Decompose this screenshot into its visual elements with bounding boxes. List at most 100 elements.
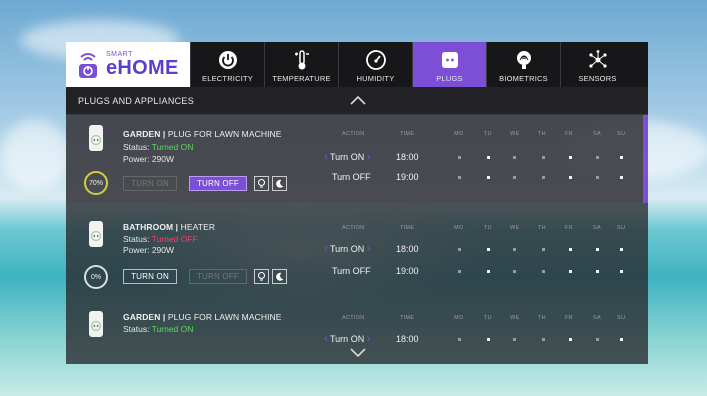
day-toggle-sa[interactable] (596, 156, 599, 159)
day-header-sa: SA (593, 131, 601, 137)
moon-icon[interactable] (272, 176, 287, 191)
chevron-right-icon[interactable]: › (367, 333, 371, 345)
day-toggle-we[interactable] (513, 270, 516, 273)
time-column-header: TIME (400, 225, 415, 231)
thermometer-icon (291, 49, 313, 71)
chevron-right-icon[interactable]: › (367, 151, 371, 163)
schedule-time[interactable]: 18:00 (396, 152, 419, 162)
device-row-garden[interactable]: GARDEN | PLUG FOR LAWN MACHINE Status: T… (66, 115, 648, 203)
day-toggle-fr[interactable] (569, 156, 572, 159)
chevron-up-icon[interactable] (349, 93, 367, 111)
brand-name: eHOME (106, 57, 179, 79)
day-header-tu: TU (484, 131, 492, 137)
day-toggle-su[interactable] (620, 156, 623, 159)
schedule-time[interactable]: 18:00 (396, 244, 419, 254)
tab-temperature[interactable]: TEMPERATURE (264, 42, 338, 87)
schedule-action-selector[interactable]: ‹ Turn ON › (324, 333, 370, 345)
day-toggle-sa[interactable] (596, 176, 599, 179)
day-toggle-th[interactable] (542, 156, 545, 159)
day-toggle-fr[interactable] (569, 338, 572, 341)
day-toggle-su[interactable] (620, 338, 623, 341)
day-toggle-su[interactable] (620, 270, 623, 273)
day-header-we: WE (510, 225, 520, 231)
device-name: PLUG FOR LAWN MACHINE (167, 129, 282, 139)
tab-plugs[interactable]: PLUGS (412, 42, 486, 87)
device-power: Power: 290W (123, 245, 175, 255)
status-label: Status: (123, 324, 152, 334)
tab-label: HUMIDITY (356, 74, 395, 83)
day-toggle-we[interactable] (513, 156, 516, 159)
day-toggle-mo[interactable] (458, 248, 461, 251)
schedule-action-selector[interactable]: ‹ Turn ON › (324, 243, 370, 255)
day-toggle-we[interactable] (513, 338, 516, 341)
day-toggle-sa[interactable] (596, 338, 599, 341)
moon-icon[interactable] (272, 269, 287, 284)
schedule-action-selector[interactable]: Turn OFF (332, 266, 371, 276)
day-toggle-su[interactable] (620, 248, 623, 251)
day-toggle-mo[interactable] (458, 338, 461, 341)
chevron-left-icon[interactable]: ‹ (324, 151, 328, 163)
day-toggle-th[interactable] (542, 270, 545, 273)
day-toggle-tu[interactable] (487, 176, 490, 179)
chevron-left-icon[interactable]: ‹ (324, 243, 328, 255)
schedule-time[interactable]: 18:00 (396, 334, 419, 344)
tab-label: TEMPERATURE (272, 74, 331, 83)
day-toggle-tu[interactable] (487, 248, 490, 251)
device-power: Power: 290W (123, 154, 175, 164)
fingerprint-icon (513, 49, 535, 71)
turn-on-button[interactable]: TURN ON (123, 176, 177, 191)
tab-sensors[interactable]: SENSORS (560, 42, 634, 87)
day-toggle-we[interactable] (513, 248, 516, 251)
day-toggle-sa[interactable] (596, 248, 599, 251)
schedule-action-selector[interactable]: Turn OFF (332, 172, 371, 182)
day-toggle-tu[interactable] (487, 338, 490, 341)
day-toggle-we[interactable] (513, 176, 516, 179)
day-header-fr: FR (565, 315, 573, 321)
tab-humidity[interactable]: HUMIDITY (338, 42, 412, 87)
turn-off-button[interactable]: TURN OFF (189, 176, 247, 191)
device-room: GARDEN (123, 312, 161, 322)
turn-on-button[interactable]: TURN ON (123, 269, 177, 284)
schedule-action: Turn ON (330, 152, 365, 162)
day-toggle-th[interactable] (542, 176, 545, 179)
day-toggle-sa[interactable] (596, 270, 599, 273)
day-toggle-fr[interactable] (569, 176, 572, 179)
day-toggle-mo[interactable] (458, 156, 461, 159)
brand-logo[interactable]: SMART eHOME (66, 42, 190, 87)
day-toggle-fr[interactable] (569, 248, 572, 251)
status-label: Status: (123, 234, 152, 244)
app-panel: SMART eHOME ELECTRICITY TEMPERATURE HUMI… (66, 42, 648, 364)
day-toggle-th[interactable] (542, 248, 545, 251)
tab-label: SENSORS (578, 74, 617, 83)
tab-biometrics[interactable]: BIOMETRICS (486, 42, 560, 87)
day-toggle-tu[interactable] (487, 270, 490, 273)
tab-electricity[interactable]: ELECTRICITY (190, 42, 264, 87)
schedule-action-selector[interactable]: ‹ Turn ON › (324, 151, 370, 163)
schedule-time[interactable]: 19:00 (396, 172, 419, 182)
day-toggle-th[interactable] (542, 338, 545, 341)
bulb-icon[interactable] (254, 176, 269, 191)
day-toggle-tu[interactable] (487, 156, 490, 159)
day-toggle-fr[interactable] (569, 270, 572, 273)
network-icon (587, 49, 609, 71)
device-title: GARDEN | PLUG FOR LAWN MACHINE (123, 312, 282, 322)
chevron-right-icon[interactable]: › (367, 243, 371, 255)
status-value: Turned OFF (151, 234, 198, 244)
device-row-bathroom[interactable]: BATHROOM | HEATER Status: Turned OFF Pow… (66, 203, 648, 295)
device-room: BATHROOM (123, 222, 174, 232)
action-column-header: ACTION (342, 225, 365, 231)
turn-off-button[interactable]: TURN OFF (189, 269, 247, 284)
chevron-left-icon[interactable]: ‹ (324, 333, 328, 345)
status-value: Turned ON (151, 142, 194, 152)
chevron-down-icon[interactable] (349, 346, 367, 364)
action-column-header: ACTION (342, 315, 365, 321)
device-title: GARDEN | PLUG FOR LAWN MACHINE (123, 129, 282, 139)
day-header-sa: SA (593, 225, 601, 231)
bulb-icon[interactable] (254, 269, 269, 284)
status-label: Status: (123, 142, 152, 152)
day-header-tu: TU (484, 315, 492, 321)
day-toggle-mo[interactable] (458, 270, 461, 273)
day-toggle-mo[interactable] (458, 176, 461, 179)
schedule-time[interactable]: 19:00 (396, 266, 419, 276)
day-toggle-su[interactable] (620, 176, 623, 179)
